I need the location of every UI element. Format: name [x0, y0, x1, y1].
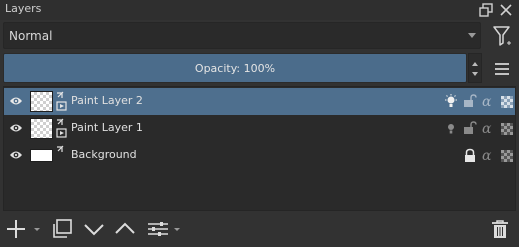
unlocked-icon[interactable]	[463, 94, 477, 109]
move-layer-up-icon[interactable]	[113, 218, 137, 240]
inherit-alpha-bulb-icon[interactable]	[444, 94, 458, 109]
filter-icon[interactable]	[490, 24, 514, 48]
opacity-label: Opacity:	[194, 62, 241, 75]
paint-layer-icon	[55, 118, 69, 140]
svg-text:α: α	[482, 94, 492, 109]
alpha-lock-icon[interactable]: α	[482, 94, 496, 110]
opacity-value: 100%	[243, 62, 276, 75]
duplicate-layer-icon[interactable]	[50, 218, 74, 240]
locked-icon[interactable]	[463, 148, 477, 163]
visibility-eye-icon[interactable]	[9, 149, 23, 161]
layer-row-paint-layer-2[interactable]: Paint Layer 2 α	[4, 88, 515, 115]
transparency-checker-icon[interactable]	[500, 94, 514, 109]
opacity-readout: Opacity: 100%	[4, 62, 466, 75]
layer-name[interactable]: Paint Layer 1	[71, 121, 143, 134]
float-dock-icon[interactable]	[478, 2, 494, 18]
layer-name[interactable]: Background	[71, 148, 137, 161]
move-layer-down-icon[interactable]	[82, 218, 106, 240]
svg-text:α: α	[482, 148, 492, 163]
spin-down-icon[interactable]	[472, 72, 478, 76]
inherit-alpha-bulb-icon[interactable]	[444, 121, 458, 136]
layer-toolbar	[0, 212, 519, 247]
layer-row-background[interactable]: Background α	[4, 142, 515, 169]
opacity-slider[interactable]: Opacity: 100%	[3, 53, 467, 83]
docker-title: Layers	[5, 2, 42, 15]
layer-row-paint-layer-1[interactable]: Paint Layer 1 α	[4, 115, 515, 142]
blend-mode-value: Normal	[9, 29, 53, 43]
layer-list[interactable]: Paint Layer 2 α Paint Layer 1 α Backgrou…	[3, 86, 516, 211]
blend-mode-dropdown[interactable]: Normal	[3, 22, 481, 49]
layers-docker: Layers Normal Opacity: 100% Paint Layer …	[0, 0, 519, 247]
unlocked-icon[interactable]	[463, 121, 477, 136]
hamburger-menu-icon[interactable]	[490, 58, 514, 80]
delete-layer-icon[interactable]	[489, 218, 511, 240]
layer-properties-icon[interactable]	[146, 218, 186, 240]
layer-type-icon	[55, 145, 69, 167]
layer-thumbnail	[30, 118, 53, 139]
docker-title-bar: Layers	[0, 0, 519, 20]
paint-layer-icon	[55, 91, 69, 113]
svg-text:α: α	[482, 121, 492, 136]
spin-up-icon[interactable]	[472, 62, 478, 66]
add-layer-icon[interactable]	[5, 218, 41, 240]
alpha-lock-icon[interactable]: α	[482, 121, 496, 137]
transparency-checker-icon[interactable]	[500, 148, 514, 163]
transparency-checker-icon[interactable]	[500, 121, 514, 136]
layer-name[interactable]: Paint Layer 2	[71, 94, 143, 107]
chevron-down-icon	[468, 33, 476, 38]
visibility-eye-icon[interactable]	[9, 122, 23, 134]
layer-thumbnail	[30, 149, 53, 162]
layer-thumbnail	[30, 91, 53, 112]
opacity-spinner[interactable]	[468, 53, 482, 83]
alpha-lock-icon[interactable]: α	[482, 148, 496, 164]
visibility-eye-icon[interactable]	[9, 95, 23, 107]
close-icon[interactable]	[498, 2, 514, 18]
